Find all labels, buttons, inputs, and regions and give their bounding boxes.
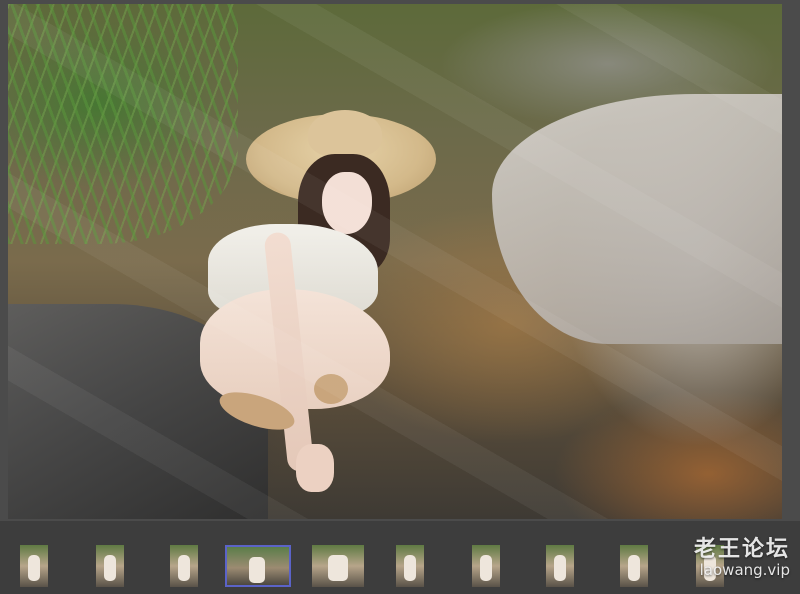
site-watermark-url: laowang.vip [699, 561, 790, 579]
straw-hat-crown [308, 110, 382, 158]
thumbnail-8[interactable] [546, 545, 574, 587]
site-watermark: 老王论坛 laowang.vip [694, 537, 790, 579]
image-viewer: 老王论坛 laowang.vip [0, 0, 800, 594]
thumbnail-9[interactable] [620, 545, 648, 587]
site-watermark-title: 老王论坛 [693, 536, 790, 562]
thumbnail-7[interactable] [472, 545, 500, 587]
thumbnail-2[interactable] [96, 545, 124, 587]
thumbnail-3[interactable] [170, 545, 198, 587]
sandal-right [314, 374, 348, 404]
thumbnail-strip: 老王论坛 laowang.vip [0, 521, 800, 594]
thumbnail-5[interactable] [312, 545, 364, 587]
thumbnail-1[interactable] [20, 545, 48, 587]
thumbnail-6[interactable] [396, 545, 424, 587]
hand [296, 444, 334, 492]
thumbnail-4-selected[interactable] [225, 545, 291, 587]
face [322, 172, 372, 234]
photo-subject [8, 4, 782, 519]
main-photo[interactable] [8, 4, 782, 519]
